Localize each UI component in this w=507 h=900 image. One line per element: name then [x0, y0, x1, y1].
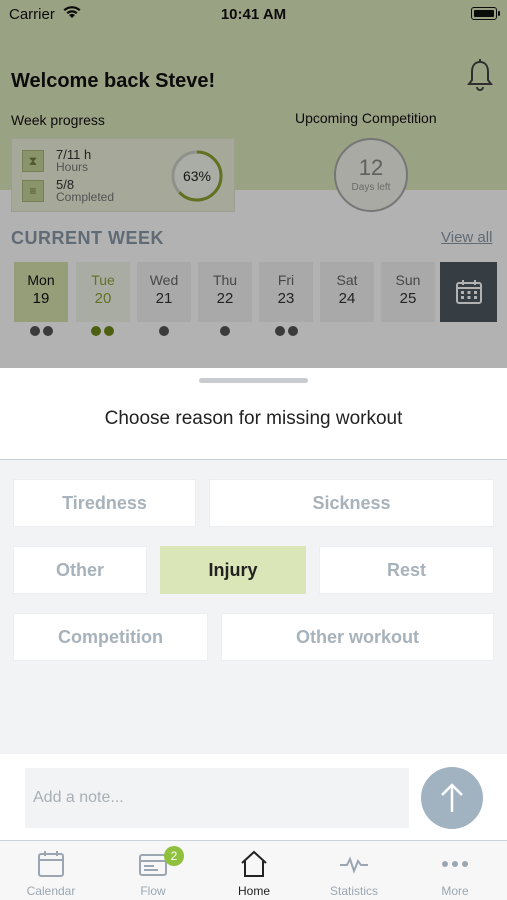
reason-injury[interactable]: Injury	[160, 546, 306, 594]
calendar-icon	[38, 851, 64, 877]
reason-sickness[interactable]: Sickness	[209, 479, 494, 527]
reason-other-workout[interactable]: Other workout	[221, 613, 494, 661]
tab-home[interactable]: Home	[209, 841, 299, 900]
tab-label: Statistics	[329, 884, 378, 898]
arrow-up-icon	[441, 783, 463, 812]
tab-label: Flow	[140, 884, 166, 898]
tab-calendar[interactable]: Calendar	[6, 841, 96, 900]
tab-statistics[interactable]: Statistics	[309, 841, 399, 900]
sheet-title: Choose reason for missing workout	[104, 408, 403, 429]
reason-other[interactable]: Other	[13, 546, 147, 594]
tab-label: More	[441, 884, 469, 898]
drag-handle[interactable]	[199, 378, 308, 383]
tab-flow[interactable]: 2 Flow	[108, 841, 198, 900]
tab-label: Home	[237, 884, 270, 898]
more-icon	[442, 861, 468, 867]
tab-bar: Calendar 2 Flow Home Statistics More	[0, 840, 507, 900]
modal-backdrop[interactable]	[0, 0, 507, 368]
flow-badge: 2	[164, 846, 184, 866]
home-icon	[241, 850, 267, 877]
tab-label: Calendar	[26, 884, 76, 898]
reason-tiredness[interactable]: Tiredness	[13, 479, 196, 527]
send-button[interactable]	[421, 767, 483, 829]
sheet-header: Choose reason for missing workout	[0, 368, 507, 460]
reason-rest[interactable]: Rest	[319, 546, 494, 594]
statistics-icon	[340, 856, 368, 874]
reason-competition[interactable]: Competition	[13, 613, 208, 661]
tab-more[interactable]: More	[410, 841, 500, 900]
note-bar	[0, 754, 507, 840]
note-input[interactable]	[25, 768, 409, 828]
